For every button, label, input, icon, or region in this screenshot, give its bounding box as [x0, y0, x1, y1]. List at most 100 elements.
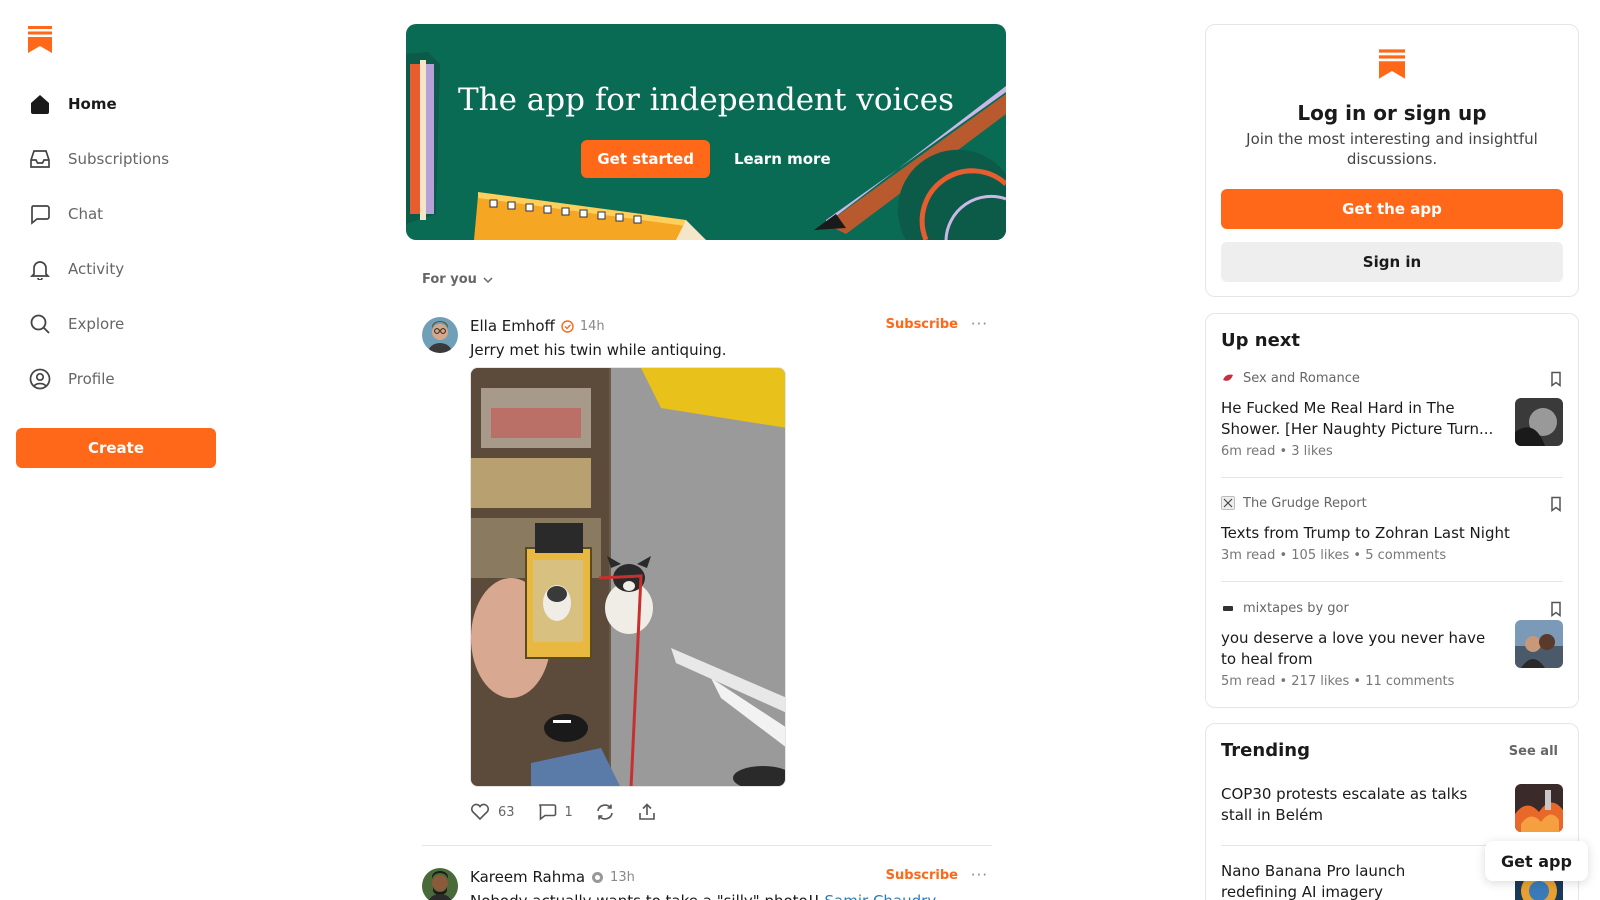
like-count: 63	[498, 804, 515, 820]
more-options-icon[interactable]: ···	[971, 315, 988, 333]
feed-post: Ella Emhoff 14h Subscribe ··· Jerry met …	[422, 315, 992, 837]
hero-actions: Get started Learn more	[406, 140, 1006, 178]
publication-row: mixtapes by gor	[1221, 600, 1563, 616]
publication-name: mixtapes by gor	[1243, 600, 1349, 616]
inbox-icon	[28, 147, 52, 171]
like-button[interactable]: 63	[470, 803, 515, 821]
bookmark-icon[interactable]	[1549, 371, 1563, 387]
feed-filter-label: For you	[422, 272, 477, 287]
post-time: 13h	[610, 869, 635, 885]
share-icon	[639, 803, 655, 820]
login-title: Log in or sign up	[1297, 101, 1487, 125]
trending-thumbnail	[1515, 784, 1563, 832]
comment-icon	[538, 804, 556, 821]
substack-logo-icon[interactable]	[28, 26, 52, 53]
profile-icon	[28, 367, 52, 391]
sidebar-item-chat[interactable]: Chat	[28, 199, 103, 229]
sign-in-button[interactable]: Sign in	[1221, 242, 1563, 282]
post-header: Kareem Rahma 13h	[470, 868, 635, 886]
share-button[interactable]	[637, 803, 657, 821]
post-text: Jerry met his twin while antiquing.	[470, 341, 727, 359]
post-meta: 5m read • 217 likes • 11 comments	[1221, 674, 1455, 689]
home-icon	[28, 92, 52, 116]
sidebar-item-label: Profile	[68, 370, 115, 388]
feed-post: Kareem Rahma 13h Subscribe ··· Nobody ac…	[422, 866, 992, 900]
post-thumbnail	[1515, 620, 1563, 668]
restack-button[interactable]	[595, 803, 615, 821]
post-meta: 3m read • 105 likes • 5 comments	[1221, 548, 1447, 563]
hero-title: The app for independent voices	[457, 82, 955, 118]
bell-icon	[28, 257, 52, 281]
post-divider	[422, 845, 992, 846]
publication-logo-icon	[1221, 496, 1235, 510]
post-time: 14h	[579, 318, 605, 334]
author-name[interactable]: Kareem Rahma	[470, 868, 585, 886]
sidebar-item-explore[interactable]: Explore	[28, 309, 124, 339]
hero-banner: The app for independent voices Get start…	[406, 24, 1006, 240]
feed-filter-dropdown[interactable]: For you	[422, 272, 493, 287]
see-all-link[interactable]: See all	[1509, 744, 1558, 759]
subscribe-button[interactable]: Subscribe	[886, 868, 958, 883]
user-mention-link[interactable]: Samir Chaudry	[825, 892, 937, 900]
search-icon	[28, 312, 52, 336]
subscribe-button[interactable]: Subscribe	[886, 317, 958, 332]
sidebar-item-label: Chat	[68, 205, 104, 223]
sidebar-item-home[interactable]: Home	[28, 89, 117, 119]
up-next-item[interactable]: Sex and Romance He Fucked Me Real Hard i…	[1221, 370, 1563, 459]
publication-row: Sex and Romance	[1221, 370, 1563, 386]
comment-count: 1	[564, 804, 573, 820]
learn-more-button[interactable]: Learn more	[734, 150, 831, 168]
up-next-item[interactable]: The Grudge Report Texts from Trump to Zo…	[1221, 495, 1563, 563]
trending-title-text: Nano Banana Pro launch redefining AI ima…	[1221, 862, 1406, 900]
post-image[interactable]	[470, 367, 786, 787]
create-button[interactable]: Create	[16, 428, 216, 468]
substack-logo-icon	[1379, 49, 1405, 79]
post-header: Ella Emhoff 14h	[470, 317, 605, 335]
avatar[interactable]	[422, 317, 458, 353]
publication-name: The Grudge Report	[1243, 495, 1367, 511]
chat-icon	[28, 202, 52, 226]
avatar[interactable]	[422, 868, 458, 900]
publication-name: Sex and Romance	[1243, 370, 1360, 386]
up-next-item[interactable]: mixtapes by gor you deserve a love you n…	[1221, 600, 1563, 689]
sidebar-item-label: Home	[68, 95, 117, 113]
post-title: He Fucked Me Real Hard in The Shower. [H…	[1221, 399, 1494, 438]
get-started-button[interactable]: Get started	[581, 140, 710, 178]
trending-item[interactable]: COP30 protests escalate as talks stall i…	[1221, 784, 1563, 832]
verified-badge-icon	[561, 319, 574, 333]
get-the-app-button[interactable]: Get the app	[1221, 189, 1563, 229]
sidebar-item-profile[interactable]: Profile	[28, 364, 115, 394]
up-next-card: Up next Sex and Romance He Fucked Me Rea…	[1205, 313, 1579, 708]
login-subtitle: Join the most interesting and insightful…	[1246, 130, 1538, 168]
sidebar-item-label: Subscriptions	[68, 150, 170, 168]
post-actions: 63 1	[470, 803, 657, 821]
restack-icon	[597, 804, 613, 820]
comment-button[interactable]: 1	[537, 803, 573, 821]
verified-badge-icon	[592, 871, 604, 883]
post-meta: 6m read • 3 likes	[1221, 444, 1333, 459]
trending-title-text: COP30 protests escalate as talks stall i…	[1221, 785, 1468, 824]
floating-get-app-button[interactable]: Get app	[1485, 841, 1588, 881]
chevron-down-icon	[483, 276, 493, 283]
bookmark-icon[interactable]	[1549, 496, 1563, 512]
trending-title: Trending	[1221, 740, 1310, 761]
sidebar-item-label: Activity	[68, 260, 125, 278]
more-options-icon[interactable]: ···	[971, 866, 988, 884]
publication-row: The Grudge Report	[1221, 495, 1563, 511]
post-title: Texts from Trump to Zohran Last Night	[1221, 524, 1510, 542]
post-title: you deserve a love you never have to hea…	[1221, 629, 1486, 668]
sidebar-item-subscriptions[interactable]: Subscriptions	[28, 144, 169, 174]
bookmark-icon[interactable]	[1549, 601, 1563, 617]
login-card: Log in or sign up Join the most interest…	[1205, 24, 1579, 297]
publication-logo-icon	[1221, 601, 1235, 615]
post-text-body: Nobody actually wants to take a "silly" …	[470, 892, 825, 900]
author-name[interactable]: Ella Emhoff	[470, 317, 555, 335]
up-next-title: Up next	[1221, 330, 1301, 351]
list-divider	[1221, 581, 1563, 582]
sidebar-item-activity[interactable]: Activity	[28, 254, 124, 284]
post-thumbnail	[1515, 398, 1563, 446]
left-sidebar: Home Subscriptions Chat Activity Explore…	[0, 0, 230, 900]
list-divider	[1221, 477, 1563, 478]
sidebar-item-label: Explore	[68, 315, 125, 333]
publication-logo-icon	[1221, 371, 1235, 385]
